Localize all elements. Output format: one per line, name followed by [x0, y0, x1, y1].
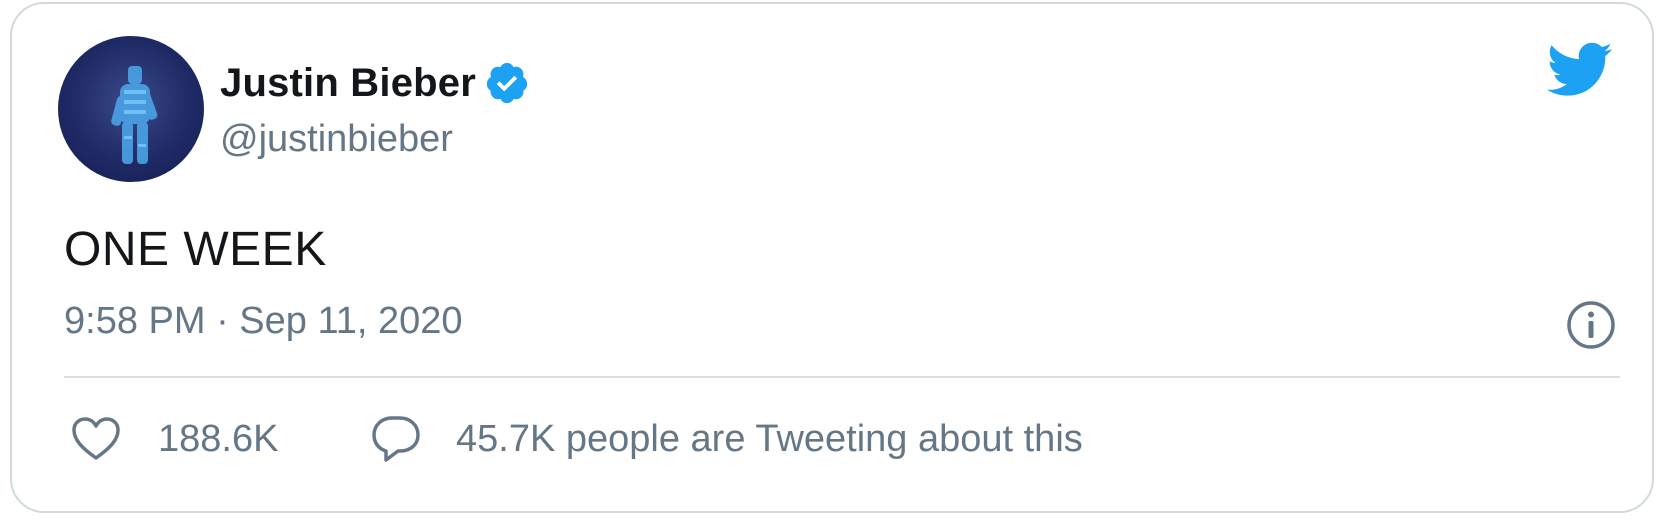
- tweet-timestamp[interactable]: 9:58 PM · Sep 11, 2020: [64, 300, 463, 343]
- divider: [64, 376, 1620, 378]
- tweet-text: ONE WEEK: [64, 223, 327, 276]
- tweeting-about-link[interactable]: 45.7K people are Tweeting about this: [456, 418, 1083, 461]
- speech-bubble-icon[interactable]: [370, 414, 422, 464]
- like-count[interactable]: 188.6K: [158, 418, 278, 461]
- tweet-card[interactable]: Justin Bieber @justinbieber ONE WEEK 9:5…: [10, 2, 1654, 513]
- author-name[interactable]: Justin Bieber: [220, 61, 476, 106]
- info-icon[interactable]: [1565, 299, 1617, 351]
- avatar-image: [111, 66, 158, 164]
- verified-badge-icon: [484, 60, 530, 106]
- author-row[interactable]: Justin Bieber: [220, 58, 530, 108]
- heart-icon[interactable]: [70, 416, 122, 462]
- author-handle[interactable]: @justinbieber: [220, 118, 453, 161]
- twitter-bird-icon[interactable]: [1547, 42, 1613, 98]
- avatar[interactable]: [58, 36, 204, 182]
